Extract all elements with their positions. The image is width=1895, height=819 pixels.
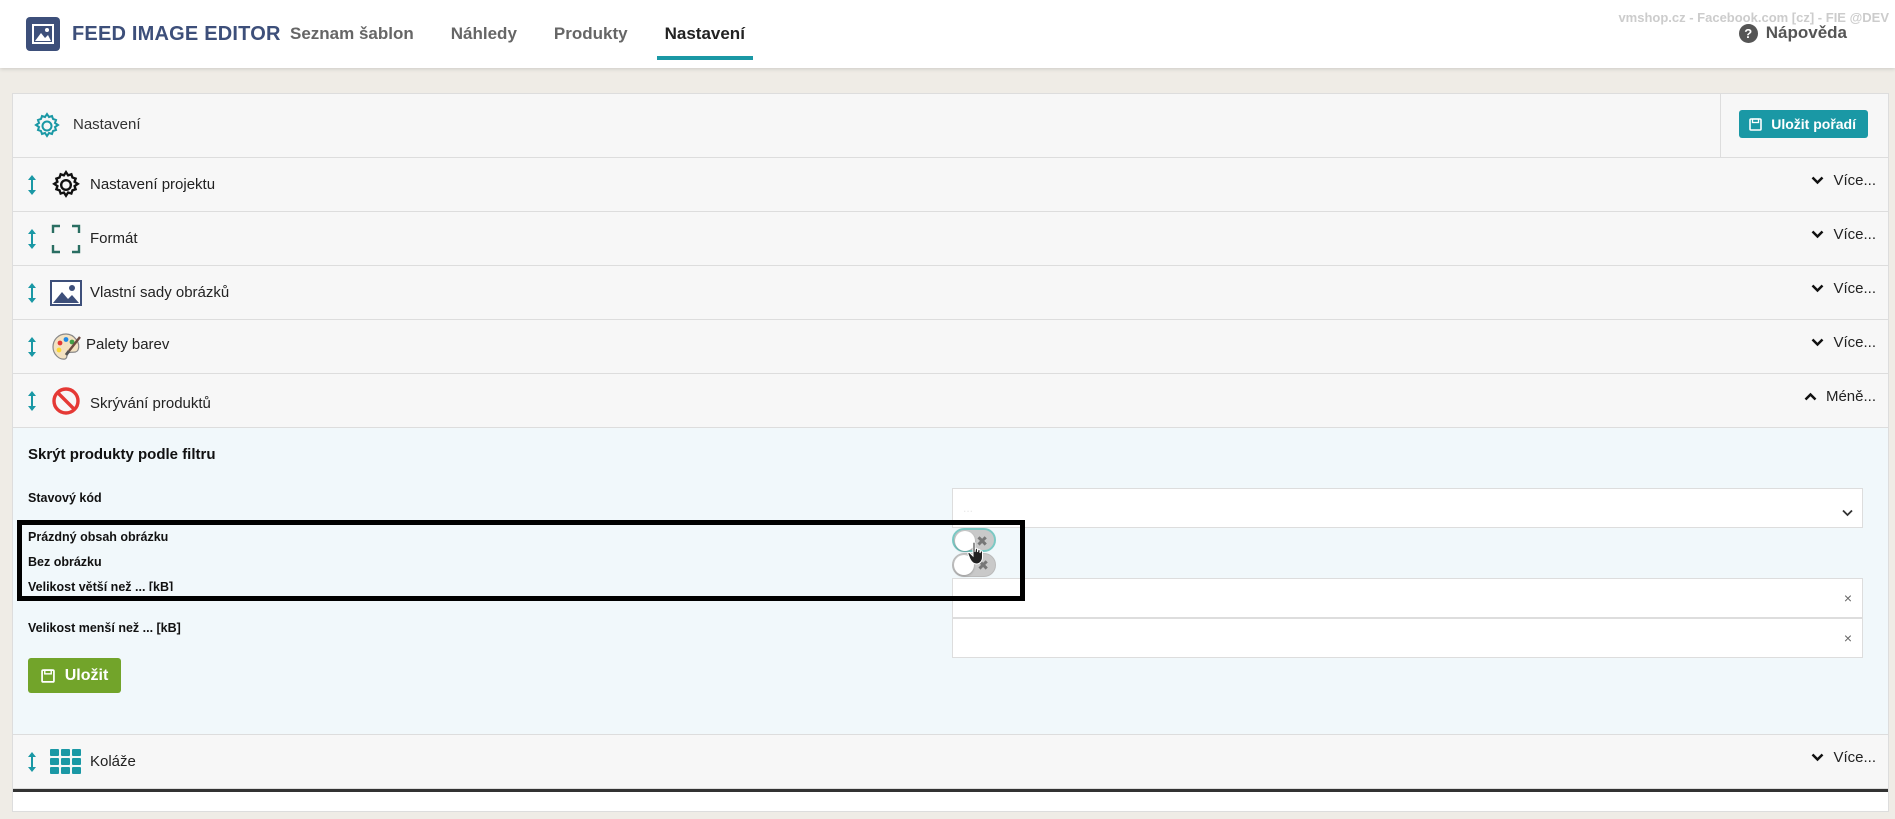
size-less-label: Velikost menší než ... [kB] [28,621,181,635]
nav-tab-templates[interactable]: Seznam šablon [272,0,432,68]
frame-corners-icon [49,223,83,255]
section-label: Palety barev [86,336,170,353]
drag-handle-icon[interactable] [27,174,37,201]
hide-products-form: Skrýt produkty podle filtru Stavový kód … [13,428,1888,735]
section-row-image-sets[interactable]: Vlastní sady obrázků Více... [13,266,1888,320]
size-greater-label: Velikost větší než ... [kB] [28,580,174,591]
section-row-hide-products[interactable]: Skrývání produktů Méně... [13,374,1888,428]
save-button[interactable]: Uložit [28,658,121,693]
status-code-label: Stavový kód [28,491,102,505]
section-label: Vlastní sady obrázků [90,284,230,301]
bottom-border [13,789,1888,792]
grid-icon [49,746,83,778]
save-order-label: Uložit pořadí [1771,116,1856,132]
expand-toggle[interactable]: Více... [1811,749,1876,766]
save-order-button[interactable]: Uložit pořadí [1739,110,1868,138]
help-link[interactable]: ? Nápověda [1738,23,1847,43]
status-code-select[interactable]: ... [952,488,1863,528]
form-title: Skrýt produkty podle filtru [28,446,216,463]
prohibited-icon [49,385,83,417]
palette-icon [49,331,83,363]
section-label: Formát [90,230,138,247]
chevron-down-icon [1842,504,1853,522]
top-bar: FEED IMAGE EDITOR Seznam šablon Náhledy … [0,0,1895,68]
section-label: Skrývání produktů [90,395,211,412]
status-code-placeholder: ... [963,501,974,515]
nav-tab-previews[interactable]: Náhledy [433,0,535,68]
chevron-down-icon [1812,753,1824,762]
empty-content-label: Prázdný obsah obrázku [28,530,169,544]
drag-handle-icon[interactable] [27,336,37,363]
drag-handle-icon[interactable] [27,390,37,417]
expand-toggle[interactable]: Více... [1811,280,1876,297]
chevron-up-icon [1804,392,1817,401]
chevron-down-icon [1812,284,1824,293]
expand-toggle[interactable]: Více... [1811,334,1876,351]
floppy-icon [40,668,55,683]
nav-tab-products[interactable]: Produkty [536,0,646,68]
size-less-input[interactable]: × [952,618,1863,658]
floppy-icon [1749,117,1763,131]
clear-icon[interactable]: × [1844,590,1852,606]
expand-toggle[interactable]: Více... [1811,226,1876,243]
hand-cursor-icon [967,541,987,570]
size-greater-input[interactable]: × [952,578,1863,618]
question-icon: ? [1738,23,1758,43]
chevron-down-icon [1812,176,1824,185]
expand-toggle[interactable]: Více... [1811,172,1876,189]
nav-tab-settings[interactable]: Nastavení [647,0,763,68]
logo-image-icon [26,17,60,51]
chevron-down-icon [1812,338,1824,347]
no-image-label: Bez obrázku [28,555,102,569]
drag-handle-icon[interactable] [27,282,37,309]
chevron-down-icon [1812,230,1824,239]
main-nav: Seznam šablon Náhledy Produkty Nastavení [272,0,764,68]
collapse-toggle[interactable]: Méně... [1804,388,1876,405]
drag-handle-icon[interactable] [27,228,37,255]
help-label: Nápověda [1765,23,1847,42]
panel-title: Nastavení [73,116,141,133]
save-label: Uložit [64,666,109,684]
settings-panel: Nastavení Uložit pořadí Nastavení projek… [12,93,1889,812]
image-icon [49,277,83,309]
gear-icon [33,112,61,145]
panel-header: Nastavení Uložit pořadí [13,94,1888,158]
app-title: FEED IMAGE EDITOR [72,22,281,45]
section-label: Nastavení projektu [90,176,216,193]
section-label: Koláže [90,753,136,770]
section-row-project-settings[interactable]: Nastavení projektu Více... [13,158,1888,212]
app-logo[interactable]: FEED IMAGE EDITOR [26,17,281,51]
header-divider [1720,94,1721,158]
drag-handle-icon[interactable] [27,751,37,778]
section-row-color-palettes[interactable]: Palety barev Více... [13,320,1888,374]
gear-icon [49,169,83,201]
section-row-collages[interactable]: Koláže Více... [13,735,1888,789]
clear-icon[interactable]: × [1844,630,1852,646]
section-row-format[interactable]: Formát Více... [13,212,1888,266]
